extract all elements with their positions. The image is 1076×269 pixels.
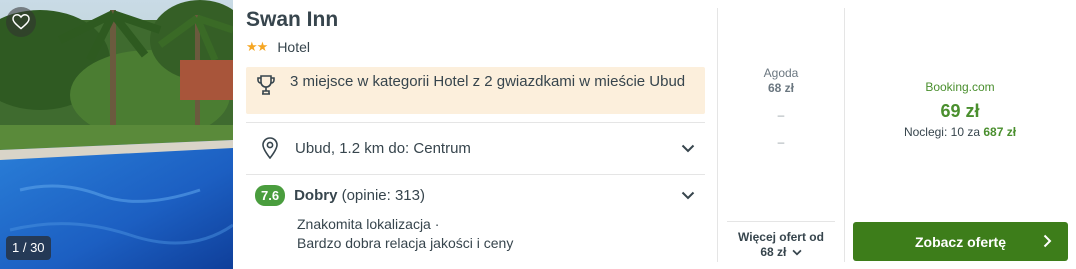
best-offer-provider[interactable]: Booking.com [852,80,1068,94]
rating-label: Dobry (opinie: 313) [294,187,425,204]
view-offer-label: Zobacz ofertę [914,233,1006,250]
hotel-photo[interactable]: 1 / 30 [0,0,233,269]
review-count: (opinie: 313) [341,187,425,204]
award-banner: 3 miejsce w kategorii Hotel z 2 gwiazdka… [246,67,705,114]
review-highlights: Znakomita lokalizacja · Bardzo dobra rel… [297,215,513,253]
more-offers-button[interactable]: Więcej ofert od 68 zł [727,221,835,262]
chevron-down-icon [792,249,802,256]
best-offer-nights: Noclegi: 10 za 687 zł [852,125,1068,139]
rating-word: Dobry [294,187,338,204]
view-offer-button[interactable]: Zobacz ofertę [853,222,1068,261]
best-offer-price[interactable]: 69 zł [852,101,1068,122]
photo-counter: 1 / 30 [6,236,51,260]
divider [246,174,705,175]
location-text: Ubud, 1.2 km do: Centrum [295,139,471,157]
map-pin-icon [262,137,278,159]
hotel-category-row: ★★ Hotel [246,39,310,55]
rating-score: 7.6 [255,185,286,206]
award-text: 3 miejsce w kategorii Hotel z 2 gwiazdka… [290,73,686,90]
review-highlight: Bardzo dobra relacja jakości i ceny [297,235,514,251]
nights-total: 687 zł [983,125,1017,139]
hotel-info: Swan Inn ★★ Hotel 3 miejsce w kategorii … [246,0,705,269]
more-offers-label: Więcej ofert od [738,230,824,244]
trophy-icon [257,75,275,95]
star-rating: ★★ [246,39,268,54]
best-offer: Booking.com 69 zł Noclegi: 10 za 687 zł … [852,0,1068,269]
more-offers-price: 68 zł [760,245,787,259]
column-divider [717,8,718,262]
location-row[interactable]: Ubud, 1.2 km do: Centrum [246,123,705,173]
review-highlight: Znakomita lokalizacja · [297,216,440,232]
chevron-down-icon[interactable] [681,144,695,153]
column-divider [844,8,845,262]
offer-price[interactable]: 68 zł [727,81,835,95]
more-offers-price-row: 68 zł [727,245,835,259]
nights-prefix: Noclegi: 10 za [903,125,980,139]
offer-provider[interactable]: Agoda [727,66,835,80]
rating-row[interactable]: 7.6 Dobry (opinie: 313) [246,185,705,206]
chevron-right-icon [1043,234,1052,248]
favorite-button[interactable] [6,7,36,37]
hotel-name[interactable]: Swan Inn [246,8,338,32]
heart-icon [12,14,30,30]
chevron-down-icon[interactable] [681,191,695,200]
offer-empty-slot: – [777,108,785,122]
secondary-offers: Agoda 68 zł – – Więcej ofert od 68 zł [727,0,835,269]
hotel-photo-image [0,0,233,269]
offer-empty-slot: – [777,135,785,149]
hotel-category: Hotel [277,39,310,55]
